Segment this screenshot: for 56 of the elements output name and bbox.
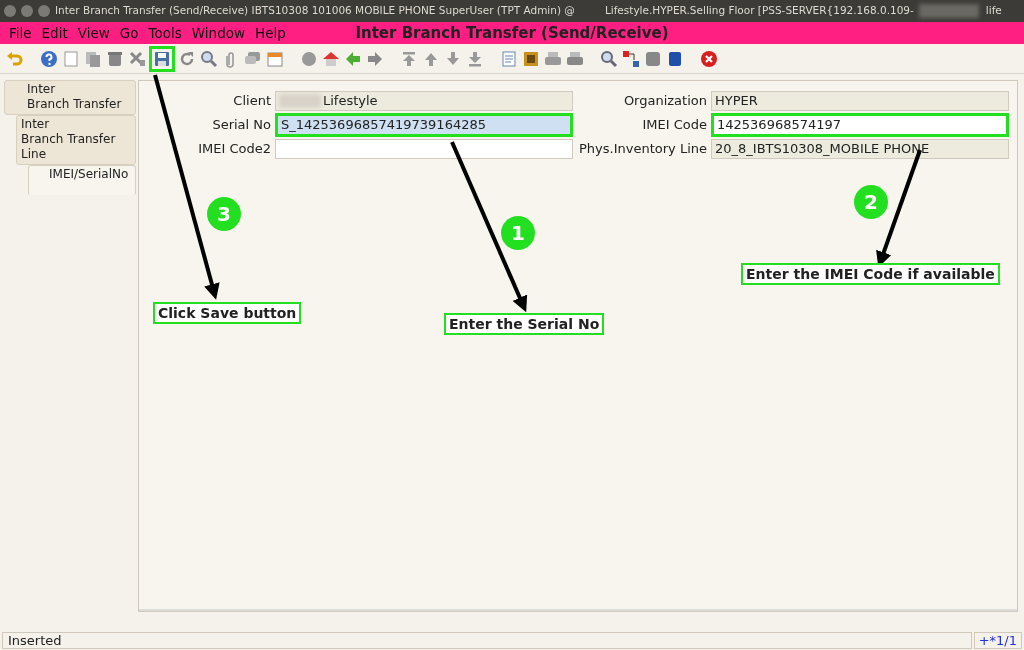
form-title: Inter Branch Transfer (Send/Receive) [355,23,669,42]
zoom-icon[interactable] [600,49,618,68]
move-icon[interactable] [622,49,640,68]
read-only-field: 20_8_IBTS10308_MOBILE PHONE [711,139,1009,159]
menu-item[interactable]: View [72,22,115,44]
book-icon[interactable] [666,49,684,68]
annotation-label: Enter the IMEI Code if available [741,263,1000,285]
tab[interactable]: Inter Branch Transfer Line [16,115,136,165]
menu-item[interactable]: Go [114,22,144,44]
status-message: Inserted [2,632,972,649]
window-title: Lifestyle.HYPER.Selling Floor [PSS-SERVER{192.168.0.109- [604,3,914,19]
step-number: 1 [501,216,535,250]
step-number: 2 [854,185,888,219]
input-field[interactable] [275,139,573,159]
report-icon[interactable] [522,49,540,68]
field-label: Client [232,92,271,111]
trash-icon[interactable] [106,49,124,68]
refresh-icon[interactable] [178,49,196,68]
help-icon[interactable] [40,49,58,68]
tab[interactable]: IMEI/SerialNo [28,165,136,195]
menu-item[interactable]: Edit [36,22,73,44]
read-only-field: HYPER [711,91,1009,111]
home-icon[interactable] [322,49,340,68]
close-icon[interactable] [700,49,718,68]
last-record-icon[interactable] [466,49,484,68]
undo-icon[interactable] [6,49,24,68]
delete-selection-icon[interactable] [128,49,146,68]
field-label: Serial No [211,116,271,135]
step-number: 3 [207,197,241,231]
annotation-label: Enter the Serial No [444,313,605,335]
menu-item[interactable]: Tools [143,22,187,44]
circle-icon[interactable] [300,49,318,68]
menu-item[interactable]: Window [186,22,251,44]
field-label: Phys.Inventory Line [578,140,707,159]
first-record-icon[interactable] [400,49,418,68]
calendar-icon[interactable] [266,49,284,68]
window-control-icon[interactable] [38,5,50,17]
input-field[interactable]: S_14253696857419739164285 [275,113,573,137]
field-label: IMEI Code [641,116,707,135]
annotation-label: Click Save button [153,302,302,324]
window-title: Inter Branch Transfer (Send/Receive) IBTS10308 101006 MOBILE PHONE SuperUser (TPT Admin) @ [55,3,575,19]
blurred-text-icon [918,4,979,18]
window-control-icon[interactable] [4,5,16,17]
menu-item[interactable]: File [4,22,37,44]
copy-icon[interactable] [84,49,102,68]
input-field[interactable]: 142536968574197 [711,113,1009,137]
read-only-field: Lifestyle [275,91,573,111]
forward-arrow-icon[interactable] [366,49,384,68]
window-title: life [985,3,1002,19]
field-label: Organization [622,92,707,111]
window-control-icon[interactable] [21,5,33,17]
search-icon[interactable] [200,49,218,68]
field-label: IMEI Code2 [197,140,271,159]
menu-item[interactable]: Help [250,22,291,44]
record-indicator[interactable]: +*1/1 [973,632,1022,649]
tab[interactable]: Inter Branch Transfer [4,80,136,115]
